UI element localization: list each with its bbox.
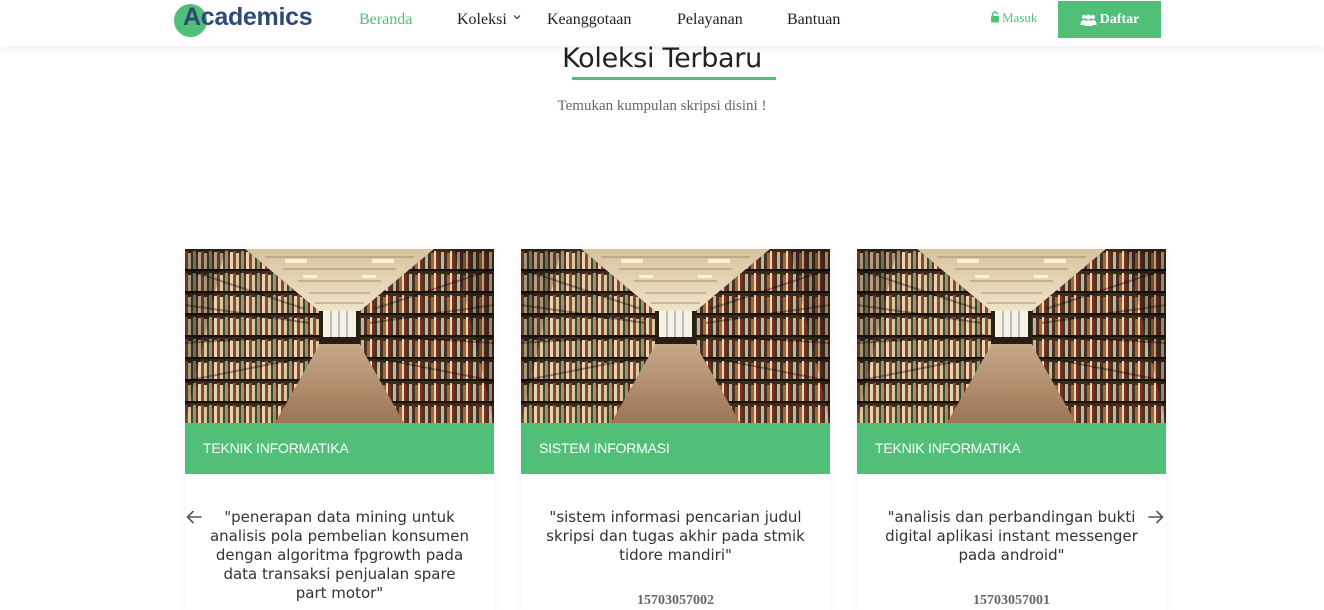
register-label: Daftar [1099,11,1140,27]
login-label: Masuk [1002,10,1038,25]
lock-icon [990,11,1000,23]
nav-item-beranda[interactable]: Beranda [359,11,412,29]
top-navbar: Academics Beranda Koleksi Keanggotaan Pe… [0,0,1324,46]
card-description: "analisis dan perbandingan bukti digital… [885,508,1138,564]
logo[interactable]: Academics [174,3,314,39]
library-shelves-image [857,249,1166,423]
arrow-right-icon[interactable] [1146,507,1166,527]
card-description: "penerapan data mining untuk analisis po… [209,508,470,602]
logo-text: Academics [183,3,313,31]
card-id: 15703057001 [973,593,1050,608]
section-subtitle: Temukan kumpulan skripsi disini ! [557,98,767,114]
nav-item-pelayanan[interactable]: Pelayanan [677,11,743,29]
nav-item-keanggotaan[interactable]: Keanggotaan [547,11,631,29]
library-shelves-image [185,249,494,423]
nav-item-bantuan[interactable]: Bantuan [787,11,840,29]
title-underline [572,77,776,80]
card-category: TEKNIK INFORMATIKA [857,423,1166,474]
chevron-down-icon[interactable] [513,12,521,22]
nav-item-koleksi[interactable]: Koleksi [457,11,507,29]
collection-card[interactable]: TEKNIK INFORMATIKA "analisis dan perband… [857,249,1166,610]
register-button[interactable]: Daftar [1058,1,1161,38]
card-category: SISTEM INFORMASI [521,423,830,474]
card-id: 15703057002 [637,593,714,608]
library-shelves-image [521,249,830,423]
collection-card[interactable]: SISTEM INFORMASI "sistem informasi penca… [521,249,830,610]
section-title: Koleksi Terbaru [562,43,762,74]
card-category: TEKNIK INFORMATIKA [185,423,494,474]
users-icon [1080,13,1097,26]
arrow-left-icon[interactable] [184,507,204,527]
card-description: "sistem informasi pencarian judul skrips… [546,508,805,564]
collection-card[interactable]: TEKNIK INFORMATIKA "penerapan data minin… [185,249,494,610]
login-link[interactable]: Masuk [990,10,1037,26]
